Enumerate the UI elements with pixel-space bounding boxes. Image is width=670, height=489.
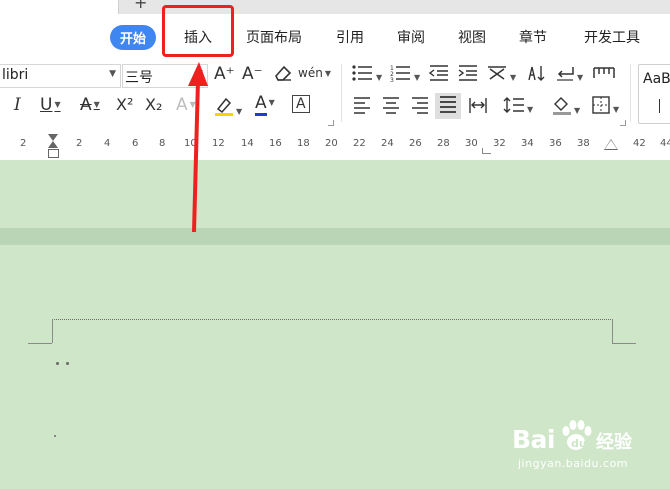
watermark-brand: Bai [512,425,556,454]
watermark-jingyan: 经验 [596,432,632,453]
paw-logo-icon: du [562,420,592,450]
watermark-url: jingyan.baidu.com [518,457,629,470]
svg-text:du: du [571,437,587,450]
baidu-jingyan-watermark: Bai du 经验 jingyan.baidu.com [510,420,670,487]
red-arrow-icon [188,62,208,233]
